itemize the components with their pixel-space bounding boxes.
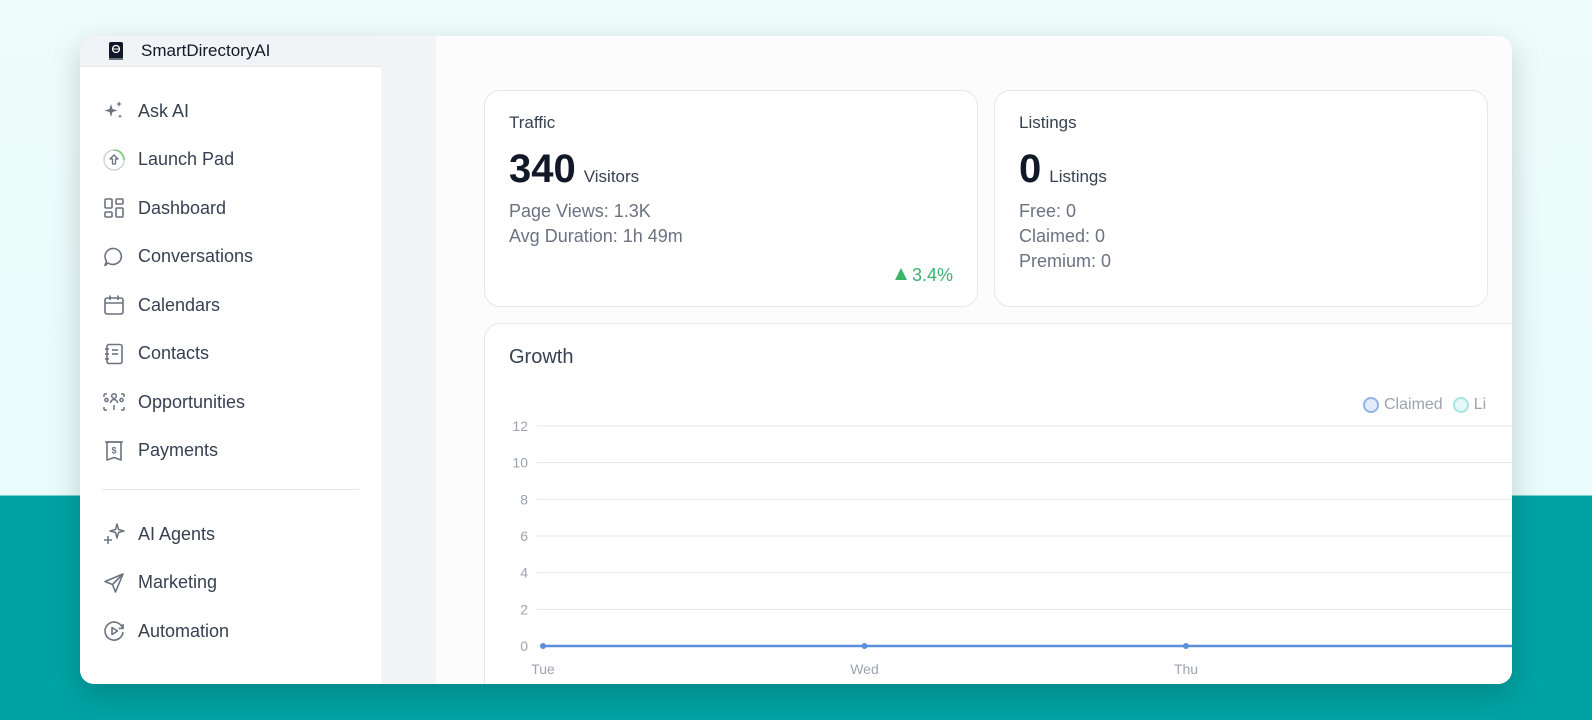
sidebar-item-label: Payments bbox=[138, 440, 219, 461]
sidebar-item-label: Automation bbox=[138, 620, 230, 641]
sidebar-item-launch-pad[interactable]: Launch Pad bbox=[80, 136, 381, 185]
sidebar-item-label: Ask AI bbox=[138, 100, 190, 121]
rocket-launch-icon bbox=[102, 148, 126, 172]
traffic-card[interactable]: Traffic 340 Visitors Page Views: 1.3K Av… bbox=[484, 90, 978, 307]
listings-card[interactable]: Listings 0 Listings Free: 0 Claimed: 0 P… bbox=[994, 90, 1488, 307]
avg-duration-stat: Avg Duration: 1h 49m bbox=[509, 226, 683, 246]
sidebar-item-payments[interactable]: $ Payments bbox=[80, 427, 381, 476]
y-tick-label: 10 bbox=[512, 455, 528, 471]
growth-chart: 0 2 4 6 8 10 12 Tue Wed Thu bbox=[512, 418, 1512, 677]
chat-bubble-icon bbox=[102, 245, 126, 269]
address-book-icon bbox=[102, 342, 126, 366]
sidebar-item-automation[interactable]: Automation bbox=[80, 607, 381, 656]
x-tick-label: Tue bbox=[531, 661, 555, 677]
y-tick-label: 4 bbox=[520, 565, 528, 581]
sidebar-item-dashboard[interactable]: Dashboard bbox=[80, 184, 381, 233]
data-point[interactable] bbox=[1183, 643, 1189, 649]
traffic-visitors-value: 340 bbox=[509, 147, 576, 191]
page-views-stat: Page Views: 1.3K bbox=[509, 201, 651, 221]
book-globe-icon bbox=[104, 39, 128, 63]
nav-group-primary: Ask AI Launch Pad Dashboard Conversation… bbox=[80, 67, 381, 475]
listings-stats: Free: 0 Claimed: 0 Premium: 0 bbox=[1019, 199, 1111, 274]
svg-text:$: $ bbox=[111, 445, 116, 455]
sidebar-item-contacts[interactable]: Contacts bbox=[80, 330, 381, 379]
calendar-icon bbox=[102, 293, 126, 317]
listings-count-value: 0 bbox=[1019, 147, 1042, 191]
y-tick-label: 8 bbox=[520, 491, 528, 507]
traffic-value-row: 340 Visitors bbox=[509, 147, 639, 192]
sidebar-item-ask-ai[interactable]: Ask AI bbox=[80, 87, 381, 136]
x-tick-label: Wed bbox=[850, 661, 879, 677]
nav-group-secondary: AI Agents Marketing Automation bbox=[80, 510, 381, 656]
listings-value-row: 0 Listings bbox=[1019, 147, 1107, 192]
sidebar-item-calendars[interactable]: Calendars bbox=[80, 281, 381, 330]
payments-icon: $ bbox=[102, 439, 126, 463]
dashboard-grid-icon bbox=[102, 196, 126, 220]
free-listings-stat: Free: 0 bbox=[1019, 201, 1077, 221]
sidebar-item-label: Contacts bbox=[138, 343, 210, 364]
sidebar-item-conversations[interactable]: Conversations bbox=[80, 233, 381, 282]
listings-count-unit: Listings bbox=[1049, 167, 1107, 186]
claimed-listings-stat: Claimed: 0 bbox=[1019, 226, 1106, 246]
opportunities-icon bbox=[102, 390, 126, 414]
data-point[interactable] bbox=[861, 643, 868, 649]
sidebar: SmartDirectoryAI Ask AI Launch Pad Dashb… bbox=[80, 36, 381, 684]
y-tick-label: 6 bbox=[520, 528, 528, 544]
brand-header[interactable]: SmartDirectoryAI bbox=[80, 36, 381, 67]
app-window: SmartDirectoryAI Ask AI Launch Pad Dashb… bbox=[80, 36, 1512, 684]
y-tick-label: 2 bbox=[520, 601, 528, 617]
sidebar-item-label: Calendars bbox=[138, 294, 221, 315]
sparkles-icon bbox=[102, 99, 126, 123]
sidebar-item-ai-agents[interactable]: AI Agents bbox=[80, 510, 381, 559]
ai-sparkle-icon bbox=[102, 522, 126, 546]
y-tick-label: 12 bbox=[512, 418, 528, 434]
trend-value: 3.4% bbox=[911, 265, 953, 285]
y-tick-label: 0 bbox=[520, 638, 528, 654]
x-tick-label: Thu bbox=[1174, 661, 1198, 677]
automation-icon bbox=[102, 619, 126, 643]
growth-card: Growth Claimed Li 0 2 4 6 8 10 12 Tue Wed Thu bbox=[484, 323, 1512, 684]
sidebar-item-label: Conversations bbox=[138, 246, 254, 267]
sidebar-item-opportunities[interactable]: Opportunities bbox=[80, 378, 381, 427]
sidebar-item-label: Launch Pad bbox=[138, 149, 235, 170]
traffic-stats: Page Views: 1.3K Avg Duration: 1h 49m bbox=[509, 199, 683, 249]
data-point[interactable] bbox=[540, 643, 546, 649]
sidebar-item-marketing[interactable]: Marketing bbox=[80, 559, 381, 608]
card-title: Listings bbox=[1019, 113, 1077, 132]
premium-listings-stat: Premium: 0 bbox=[1019, 251, 1112, 271]
trend-indicator: 3.4% bbox=[894, 265, 953, 286]
sidebar-item-label: AI Agents bbox=[138, 523, 216, 544]
sidebar-gutter bbox=[381, 36, 436, 684]
sidebar-item-label: Marketing bbox=[138, 572, 218, 593]
card-title: Traffic bbox=[509, 113, 556, 132]
arrow-up-icon bbox=[894, 265, 908, 286]
sidebar-item-label: Dashboard bbox=[138, 197, 227, 218]
send-icon bbox=[102, 571, 126, 595]
traffic-visitors-unit: Visitors bbox=[583, 167, 640, 186]
main-content: Traffic 340 Visitors Page Views: 1.3K Av… bbox=[436, 36, 1512, 684]
brand-name: SmartDirectoryAI bbox=[141, 41, 271, 60]
sidebar-divider bbox=[102, 489, 359, 490]
sidebar-item-label: Opportunities bbox=[138, 391, 246, 412]
